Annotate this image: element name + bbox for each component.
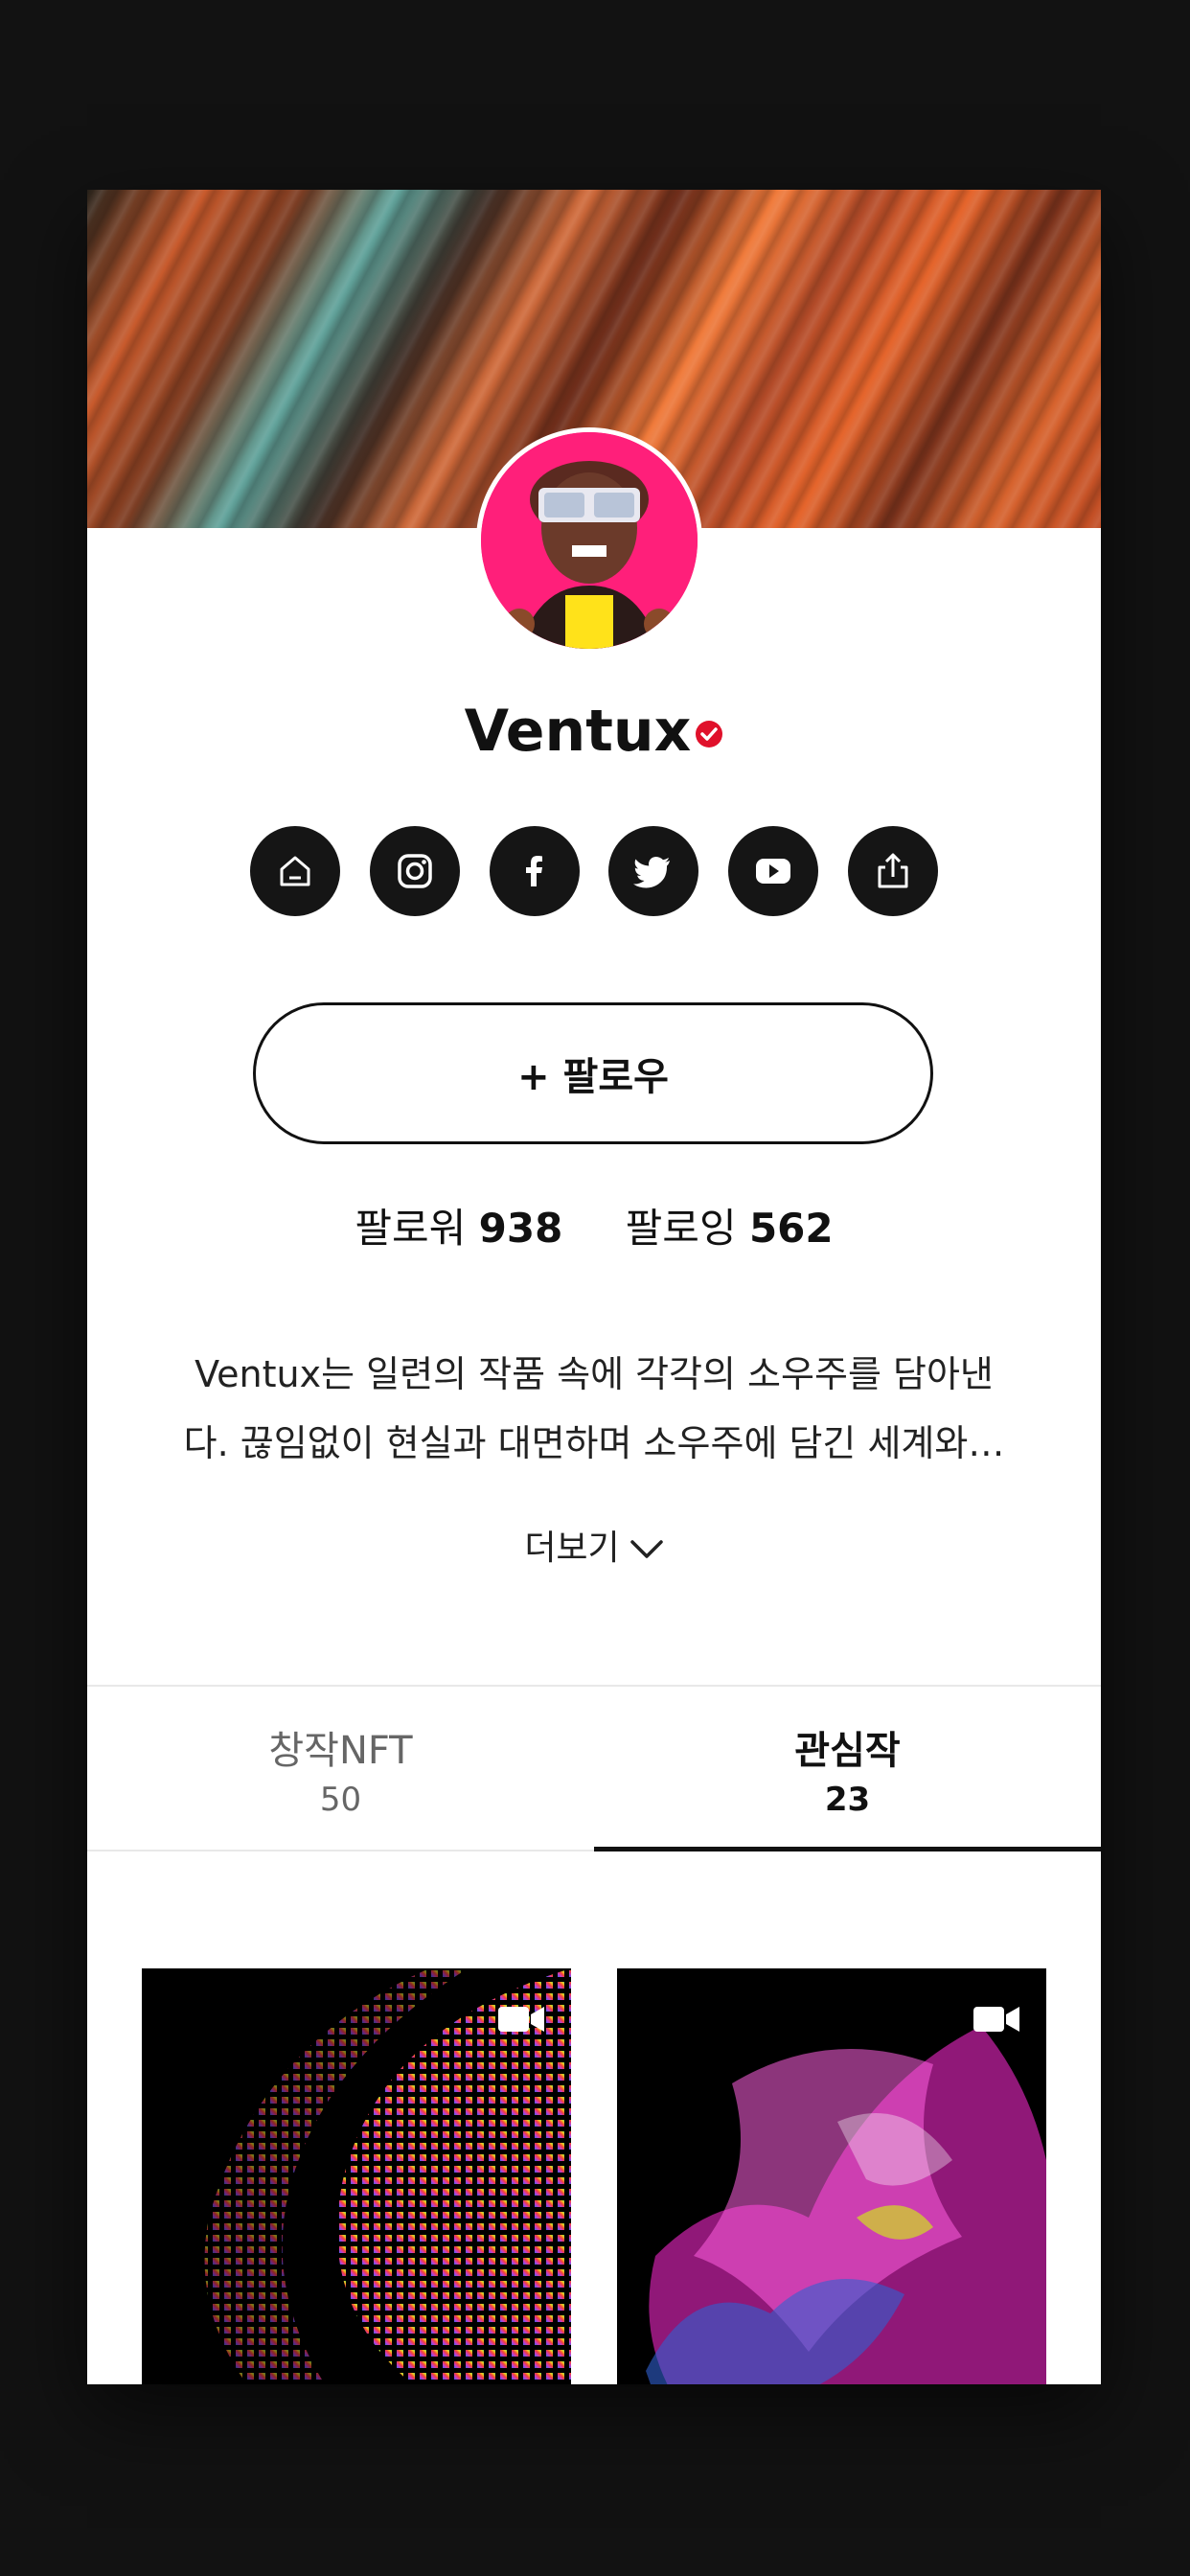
twitter-button[interactable] <box>608 826 699 916</box>
share-button[interactable] <box>847 826 938 916</box>
followers-count: 938 <box>478 1205 563 1252</box>
follow-stats: 팔로워 938 팔로잉 562 <box>87 1196 1101 1254</box>
avatar-illustration <box>481 432 698 649</box>
profile-screen: Ventux + 팔로우 팔로워 938 팔로잉 562 Ventux는 일련의… <box>87 190 1101 2384</box>
bio-line-2: 다. 끊임없이 현실과 대면하며 소우주에 담긴 세계와… <box>183 1422 1005 1464</box>
profile-name-row: Ventux <box>87 698 1101 765</box>
follow-button[interactable]: + 팔로우 <box>253 1002 933 1144</box>
chevron-down-icon <box>629 1540 663 1558</box>
video-camera-icon <box>973 2007 1019 2032</box>
home-icon <box>280 856 310 886</box>
bio-line-1: Ventux는 일련의 작품 속에 각각의 소우주를 담아낸 <box>195 1353 994 1395</box>
social-links <box>250 826 938 916</box>
followers-label: 팔로워 <box>355 1205 467 1252</box>
instagram-button[interactable] <box>369 826 460 916</box>
profile-bio: Ventux는 일련의 작품 속에 각각의 소우주를 담아낸 다. 끊임없이 현… <box>158 1340 1030 1478</box>
following-stat[interactable]: 팔로잉 562 <box>626 1196 834 1254</box>
tab-created-nft[interactable]: 창작NFT 50 <box>87 1687 594 1850</box>
tab-label: 관심작 <box>794 1729 901 1773</box>
nft-card[interactable] <box>142 1968 571 2384</box>
facebook-button[interactable] <box>489 826 580 916</box>
tab-favorites[interactable]: 관심작 23 <box>594 1687 1101 1852</box>
nft-card[interactable] <box>617 1968 1046 2384</box>
share-icon <box>878 853 908 888</box>
facebook-icon <box>525 856 542 886</box>
following-label: 팔로잉 <box>625 1205 737 1252</box>
more-toggle[interactable]: 더보기 <box>87 1520 1101 1570</box>
video-camera-icon <box>498 2007 544 2032</box>
verified-badge-icon <box>696 721 723 748</box>
following-count: 562 <box>748 1205 834 1252</box>
youtube-icon <box>756 859 791 884</box>
profile-name: Ventux <box>464 698 692 765</box>
profile-tabs: 창작NFT 50 관심작 23 <box>87 1685 1101 1852</box>
tab-label: 창작NFT <box>268 1729 413 1773</box>
nft-grid <box>142 1968 1046 2384</box>
avatar[interactable] <box>476 427 702 654</box>
youtube-button[interactable] <box>728 826 819 916</box>
more-label: 더보기 <box>524 1529 620 1568</box>
home-button[interactable] <box>250 826 340 916</box>
follow-button-label: + 팔로우 <box>517 1055 669 1099</box>
tab-count: 50 <box>319 1781 362 1819</box>
instagram-icon <box>398 854 432 888</box>
twitter-icon <box>633 857 671 888</box>
followers-stat[interactable]: 팔로워 938 <box>355 1196 562 1254</box>
tab-count: 23 <box>824 1781 871 1819</box>
